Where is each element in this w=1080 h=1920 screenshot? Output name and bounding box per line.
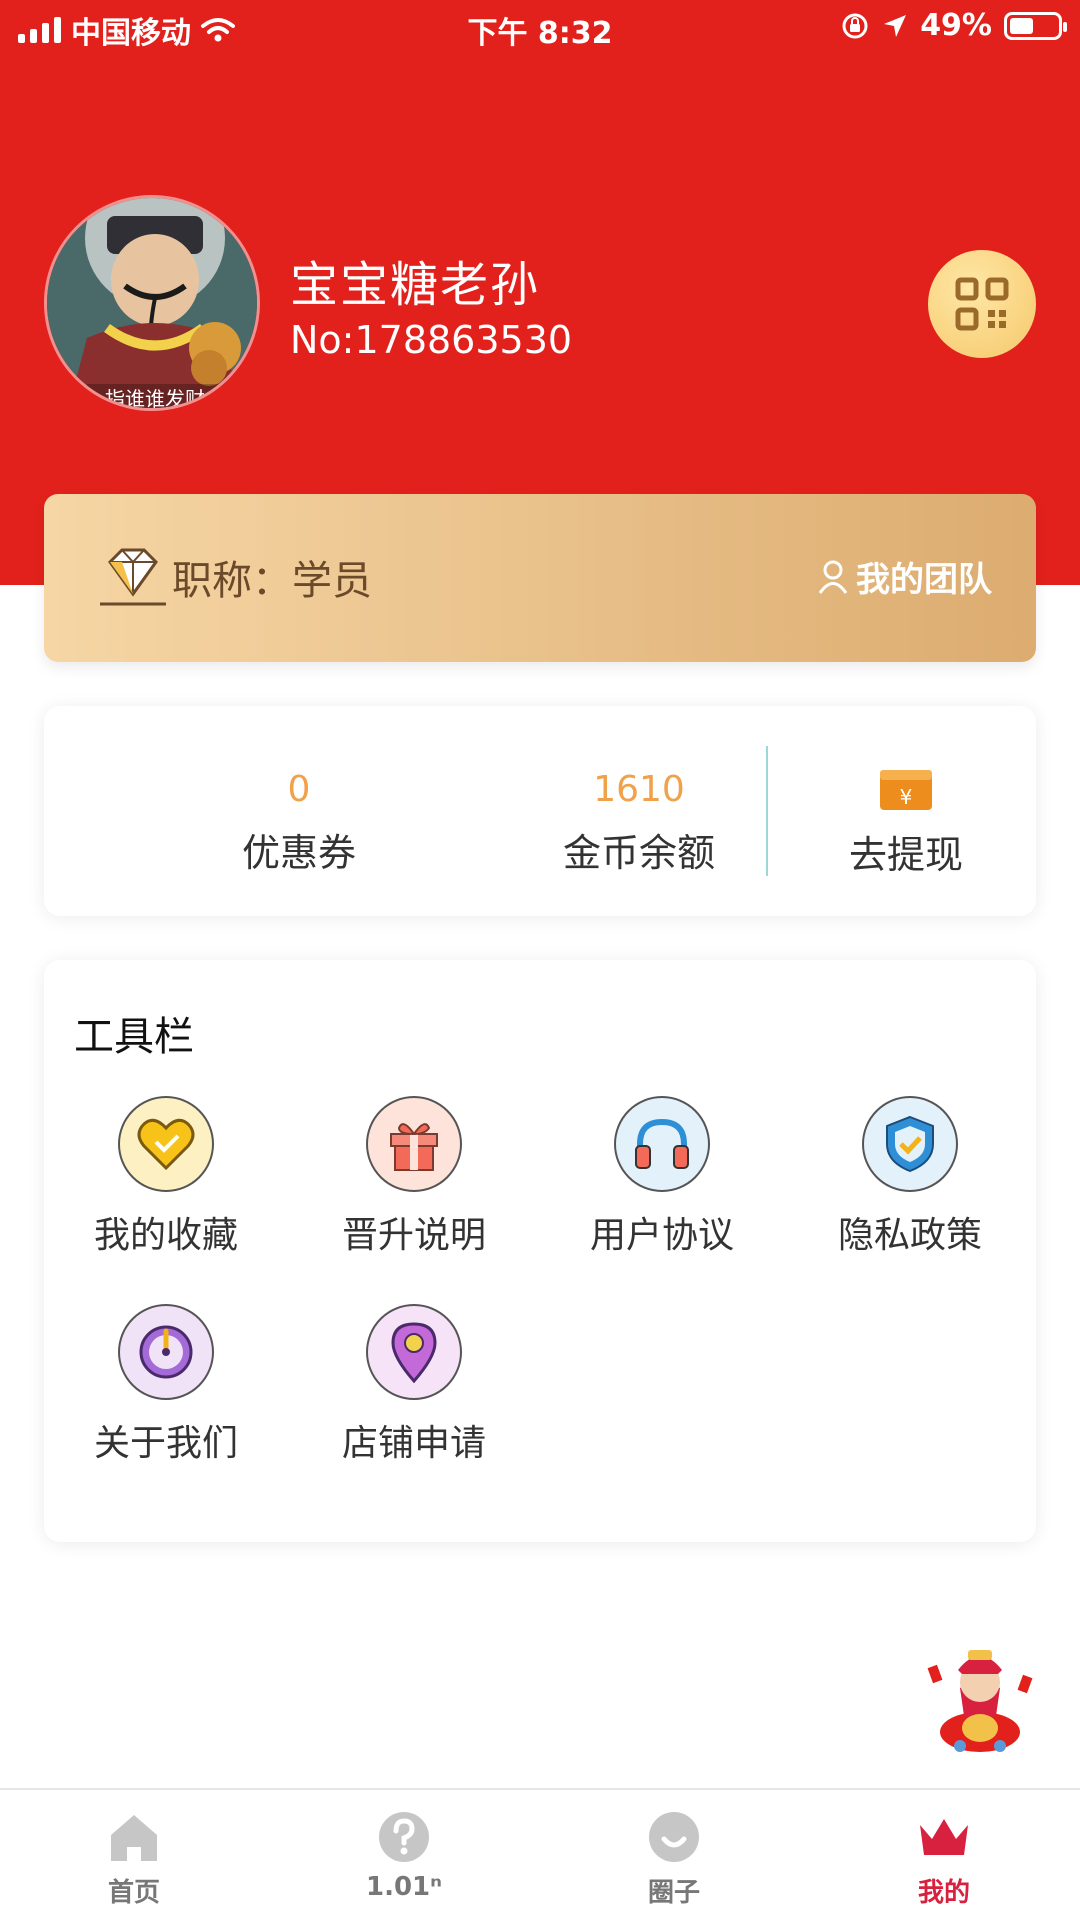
tab-label: 圈子 [647, 1878, 700, 1908]
tool-label: 店铺申请 [341, 1423, 486, 1464]
tool-label: 隐私政策 [837, 1215, 982, 1256]
coins-label: 金币余额 [562, 831, 715, 875]
toolbar-card: 工具栏 我的收藏 晋升说明 用户协议 隐私政策 关于我们 店铺申请 [44, 960, 1036, 1542]
crown-icon [920, 1819, 968, 1855]
tab-mine[interactable]: 我的 [874, 1808, 1014, 1909]
tab-label: 1.01ⁿ [366, 1872, 442, 1902]
avatar[interactable]: 指谁谁发财 [44, 195, 260, 411]
battery-icon [1004, 11, 1067, 40]
tab-bar: 首页 1.01ⁿ 圈子 我的 [0, 1788, 1080, 1920]
tab-rule[interactable]: 1.01ⁿ [334, 1808, 474, 1902]
rotation-lock-icon [842, 13, 868, 38]
tab-circle[interactable]: 圈子 [604, 1808, 744, 1909]
qr-code-icon [955, 277, 1009, 331]
home-icon [111, 1815, 157, 1861]
rank-label: 职称：学员 [172, 558, 372, 604]
user-number: No:178863530 [290, 318, 573, 362]
tool-store-application[interactable]: 店铺申请 [314, 1304, 514, 1466]
my-team-link[interactable]: 我的团队 [818, 552, 992, 601]
profile-page: 中国移动 下午 8:32 49% 指谁谁发财 宝宝糖老孙 No:17886353… [0, 0, 1080, 1920]
tool-user-agreement[interactable]: 用户协议 [562, 1096, 762, 1258]
tool-favorites[interactable]: 我的收藏 [66, 1096, 266, 1258]
fortune-god-mascot-icon [927, 1650, 1033, 1752]
status-bar: 中国移动 下午 8:32 49% [0, 0, 1080, 56]
tool-promotion[interactable]: 晋升说明 [314, 1096, 514, 1258]
tab-label: 首页 [107, 1878, 160, 1908]
tool-label: 用户协议 [589, 1215, 734, 1256]
gauge-icon [139, 1325, 193, 1379]
wallet-icon: ¥ [880, 770, 932, 810]
tool-label: 我的收藏 [93, 1215, 238, 1256]
battery-percent: 49% [920, 8, 992, 43]
person-icon [818, 560, 848, 594]
coupons-value: 0 [287, 769, 311, 810]
location-arrow-icon [884, 14, 907, 37]
wallet-yuan-sign: ¥ [900, 785, 913, 809]
my-team-label: 我的团队 [856, 560, 992, 600]
coupons-stat[interactable]: 0 优惠券 [169, 768, 429, 877]
heart-icon [137, 1118, 195, 1171]
balance-card: 0 优惠券 1610 金币余额 ¥ 去提现 [44, 706, 1036, 916]
qr-code-button[interactable] [928, 250, 1036, 358]
tool-privacy-policy[interactable]: 隐私政策 [810, 1096, 1010, 1258]
coins-stat[interactable]: 1610 金币余额 [509, 768, 769, 877]
smile-icon [649, 1812, 699, 1862]
rank-card: 职称：学员 我的团队 [44, 494, 1036, 662]
withdraw-button[interactable]: ¥ 去提现 [806, 768, 1006, 879]
diamond-icon [100, 548, 166, 606]
location-pin-icon [391, 1322, 437, 1383]
headphones-icon [635, 1118, 689, 1169]
shield-icon [886, 1115, 934, 1173]
tool-label: 关于我们 [93, 1423, 238, 1464]
toolbar-title: 工具栏 [74, 1014, 194, 1060]
user-name: 宝宝糖老孙 [290, 257, 541, 313]
coins-value: 1610 [593, 769, 685, 810]
divider [766, 746, 768, 876]
tool-about-us[interactable]: 关于我们 [66, 1304, 266, 1466]
gift-icon [390, 1123, 438, 1171]
lottery-mascot-button[interactable] [920, 1636, 1040, 1756]
tab-home[interactable]: 首页 [64, 1808, 204, 1909]
coupons-label: 优惠券 [241, 831, 356, 875]
tab-label: 我的 [917, 1878, 970, 1908]
tool-label: 晋升说明 [341, 1215, 486, 1256]
withdraw-label: 去提现 [848, 833, 963, 877]
question-icon [379, 1812, 429, 1862]
